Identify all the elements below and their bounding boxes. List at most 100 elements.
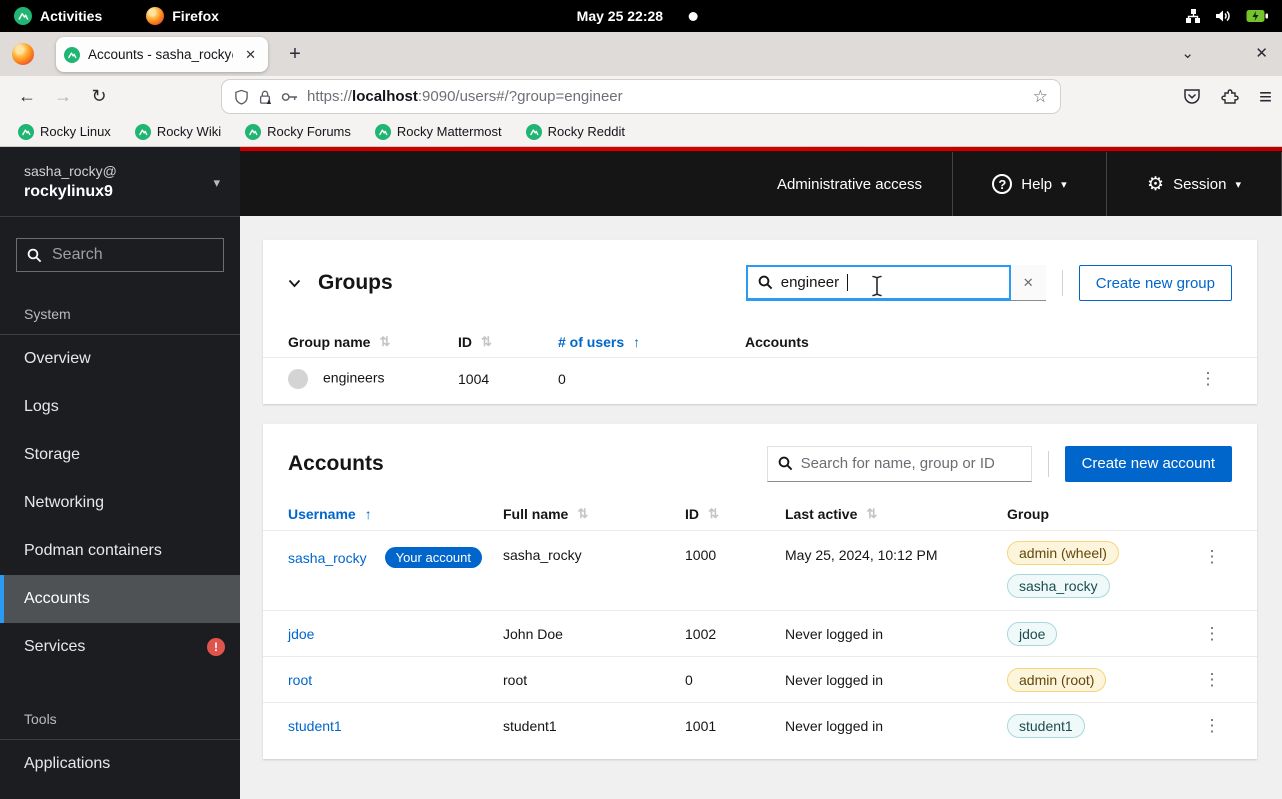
shield-icon[interactable] <box>234 89 249 105</box>
accounts-table-header: Username↑ Full name⇅ ID⇅ Last active⇅ Gr… <box>263 497 1257 530</box>
lock-warning-icon[interactable] <box>258 89 272 105</box>
bookmark-favicon-icon <box>526 124 542 140</box>
sidebar-item-applications[interactable]: Applications <box>0 740 240 788</box>
create-new-account-button[interactable]: Create new account <box>1065 446 1232 482</box>
url-bar[interactable]: https://localhost:9090/users#/?group=eng… <box>222 80 1060 113</box>
tab-close-icon[interactable]: ✕ <box>241 45 260 65</box>
bookmark-star-icon[interactable]: ☆ <box>1033 87 1048 107</box>
window-close-icon[interactable]: ✕ <box>1255 44 1268 62</box>
groups-table-header: Group name⇅ ID⇅ # of users↑ Accounts <box>263 326 1257 357</box>
bookmarks-bar: Rocky Linux Rocky Wiki Rocky Forums Rock… <box>0 117 1282 147</box>
account-row-student1: student1 student1 1001 Never logged in s… <box>263 702 1257 748</box>
focused-app-menu[interactable]: Firefox <box>146 7 219 25</box>
accounts-search-placeholder: Search for name, group or ID <box>801 455 995 472</box>
account-row-kebab-menu[interactable]: ⋮ <box>1204 531 1221 567</box>
recording-indicator-icon <box>689 12 698 21</box>
rocky-logo-icon <box>14 7 32 25</box>
help-menu[interactable]: ? Help ▾ <box>952 152 1106 216</box>
id-cell: 0 <box>685 672 785 688</box>
host-switcher[interactable]: sasha_rocky@ rockylinux9 ▾ <box>0 147 240 216</box>
account-row-kebab-menu[interactable]: ⋮ <box>1204 670 1221 690</box>
sidebar-item-overview[interactable]: Overview <box>0 335 240 383</box>
browser-toolbar: ← → ↻ https://localhost:9090/users#/?gro… <box>0 76 1282 117</box>
last-active-cell: Never logged in <box>785 718 1007 734</box>
help-caret-down-icon: ▾ <box>1061 178 1067 191</box>
session-menu[interactable]: ⚙ Session ▾ <box>1106 152 1282 216</box>
groups-col-group-name[interactable]: Group name⇅ <box>288 334 458 350</box>
groups-col-id[interactable]: ID⇅ <box>458 334 558 350</box>
hamburger-menu-icon[interactable]: ≡ <box>1259 86 1272 108</box>
id-cell: 1001 <box>685 718 785 734</box>
username-link[interactable]: student1 <box>288 718 342 734</box>
last-active-cell: Never logged in <box>785 626 1007 642</box>
activities-button[interactable]: Activities <box>0 7 102 25</box>
bookmark-rocky-wiki[interactable]: Rocky Wiki <box>135 124 221 140</box>
bookmark-rocky-forums[interactable]: Rocky Forums <box>245 124 351 140</box>
administrative-access-button[interactable]: Administrative access <box>777 176 922 193</box>
groups-table-row: engineers 1004 0 ⋮ <box>263 357 1257 400</box>
system-status-area[interactable] <box>1185 8 1282 24</box>
sort-icon: ⇅ <box>577 506 588 522</box>
bookmark-favicon-icon <box>135 124 151 140</box>
bookmark-rocky-linux[interactable]: Rocky Linux <box>18 124 111 140</box>
groups-search-input[interactable]: engineer <box>746 265 1011 301</box>
username-link[interactable]: sasha_rocky <box>288 550 367 566</box>
group-pill: jdoe <box>1007 622 1057 646</box>
sidebar-item-logs[interactable]: Logs <box>0 383 240 431</box>
groups-collapse-chevron-icon[interactable] <box>288 279 301 288</box>
sidebar-search-input[interactable]: Search <box>16 238 224 272</box>
accounts-search-input[interactable]: Search for name, group or ID <box>767 446 1032 482</box>
search-icon <box>27 248 42 263</box>
accounts-col-last-active[interactable]: Last active⇅ <box>785 506 1007 522</box>
sidebar-item-storage[interactable]: Storage <box>0 431 240 479</box>
groups-search-value: engineer <box>781 274 839 291</box>
sidebar-item-services[interactable]: Services ! <box>0 623 240 671</box>
volume-icon <box>1215 8 1232 24</box>
groups-search-clear-button[interactable]: ✕ <box>1011 265 1046 301</box>
account-row-jdoe: jdoe John Doe 1002 Never logged in jdoe … <box>263 610 1257 656</box>
tab-favicon-rocky-icon <box>64 47 80 63</box>
extensions-puzzle-icon[interactable] <box>1221 88 1239 106</box>
create-new-group-button[interactable]: Create new group <box>1079 265 1232 301</box>
browser-tab[interactable]: Accounts - sasha_rocky@ ✕ <box>56 37 268 72</box>
accounts-card: Accounts Search for name, group or ID Cr… <box>263 424 1257 759</box>
back-button[interactable]: ← <box>12 82 42 112</box>
bookmark-rocky-mattermost[interactable]: Rocky Mattermost <box>375 124 502 140</box>
bookmark-rocky-reddit[interactable]: Rocky Reddit <box>526 124 625 140</box>
group-avatar-icon <box>288 369 308 389</box>
firefox-view-icon[interactable] <box>12 43 34 65</box>
group-pill: admin (root) <box>1007 668 1106 692</box>
groups-col-num-users[interactable]: # of users↑ <box>558 334 745 350</box>
forward-button[interactable]: → <box>48 82 78 112</box>
username-link[interactable]: root <box>288 672 312 688</box>
sidebar-divider <box>0 216 240 217</box>
account-row-kebab-menu[interactable]: ⋮ <box>1204 624 1221 644</box>
accounts-col-fullname[interactable]: Full name⇅ <box>503 506 685 522</box>
fullname-cell: sasha_rocky <box>503 531 685 563</box>
list-tabs-chevron-icon[interactable]: ⌄ <box>1181 44 1194 62</box>
clock-label: May 25 22:28 <box>577 8 663 24</box>
reload-button[interactable]: ↻ <box>84 82 114 112</box>
sidebar-hostname: rockylinux9 <box>24 181 220 203</box>
sidebar-item-podman-containers[interactable]: Podman containers <box>0 527 240 575</box>
sidebar-item-accounts[interactable]: Accounts <box>0 575 240 623</box>
cockpit-masthead: Administrative access ? Help ▾ ⚙ Session… <box>240 147 1282 216</box>
accounts-col-id[interactable]: ID⇅ <box>685 506 785 522</box>
battery-icon <box>1246 9 1268 23</box>
last-active-cell: Never logged in <box>785 672 1007 688</box>
sidebar-item-networking[interactable]: Networking <box>0 479 240 527</box>
sort-icon: ⇅ <box>481 334 492 350</box>
clock[interactable]: May 25 22:28 <box>577 8 698 24</box>
session-label: Session <box>1173 176 1226 193</box>
group-row-kebab-menu[interactable]: ⋮ <box>1200 369 1217 389</box>
account-row-kebab-menu[interactable]: ⋮ <box>1204 716 1221 736</box>
group-users-cell: 0 <box>558 371 745 387</box>
username-link[interactable]: jdoe <box>288 626 314 642</box>
bookmark-favicon-icon <box>18 124 34 140</box>
pocket-icon[interactable] <box>1183 88 1201 105</box>
key-icon[interactable] <box>281 91 298 103</box>
accounts-col-username[interactable]: Username↑ <box>288 506 503 522</box>
fullname-cell: student1 <box>503 718 685 734</box>
app-name-label: Firefox <box>172 8 219 24</box>
new-tab-button[interactable]: + <box>281 41 309 69</box>
